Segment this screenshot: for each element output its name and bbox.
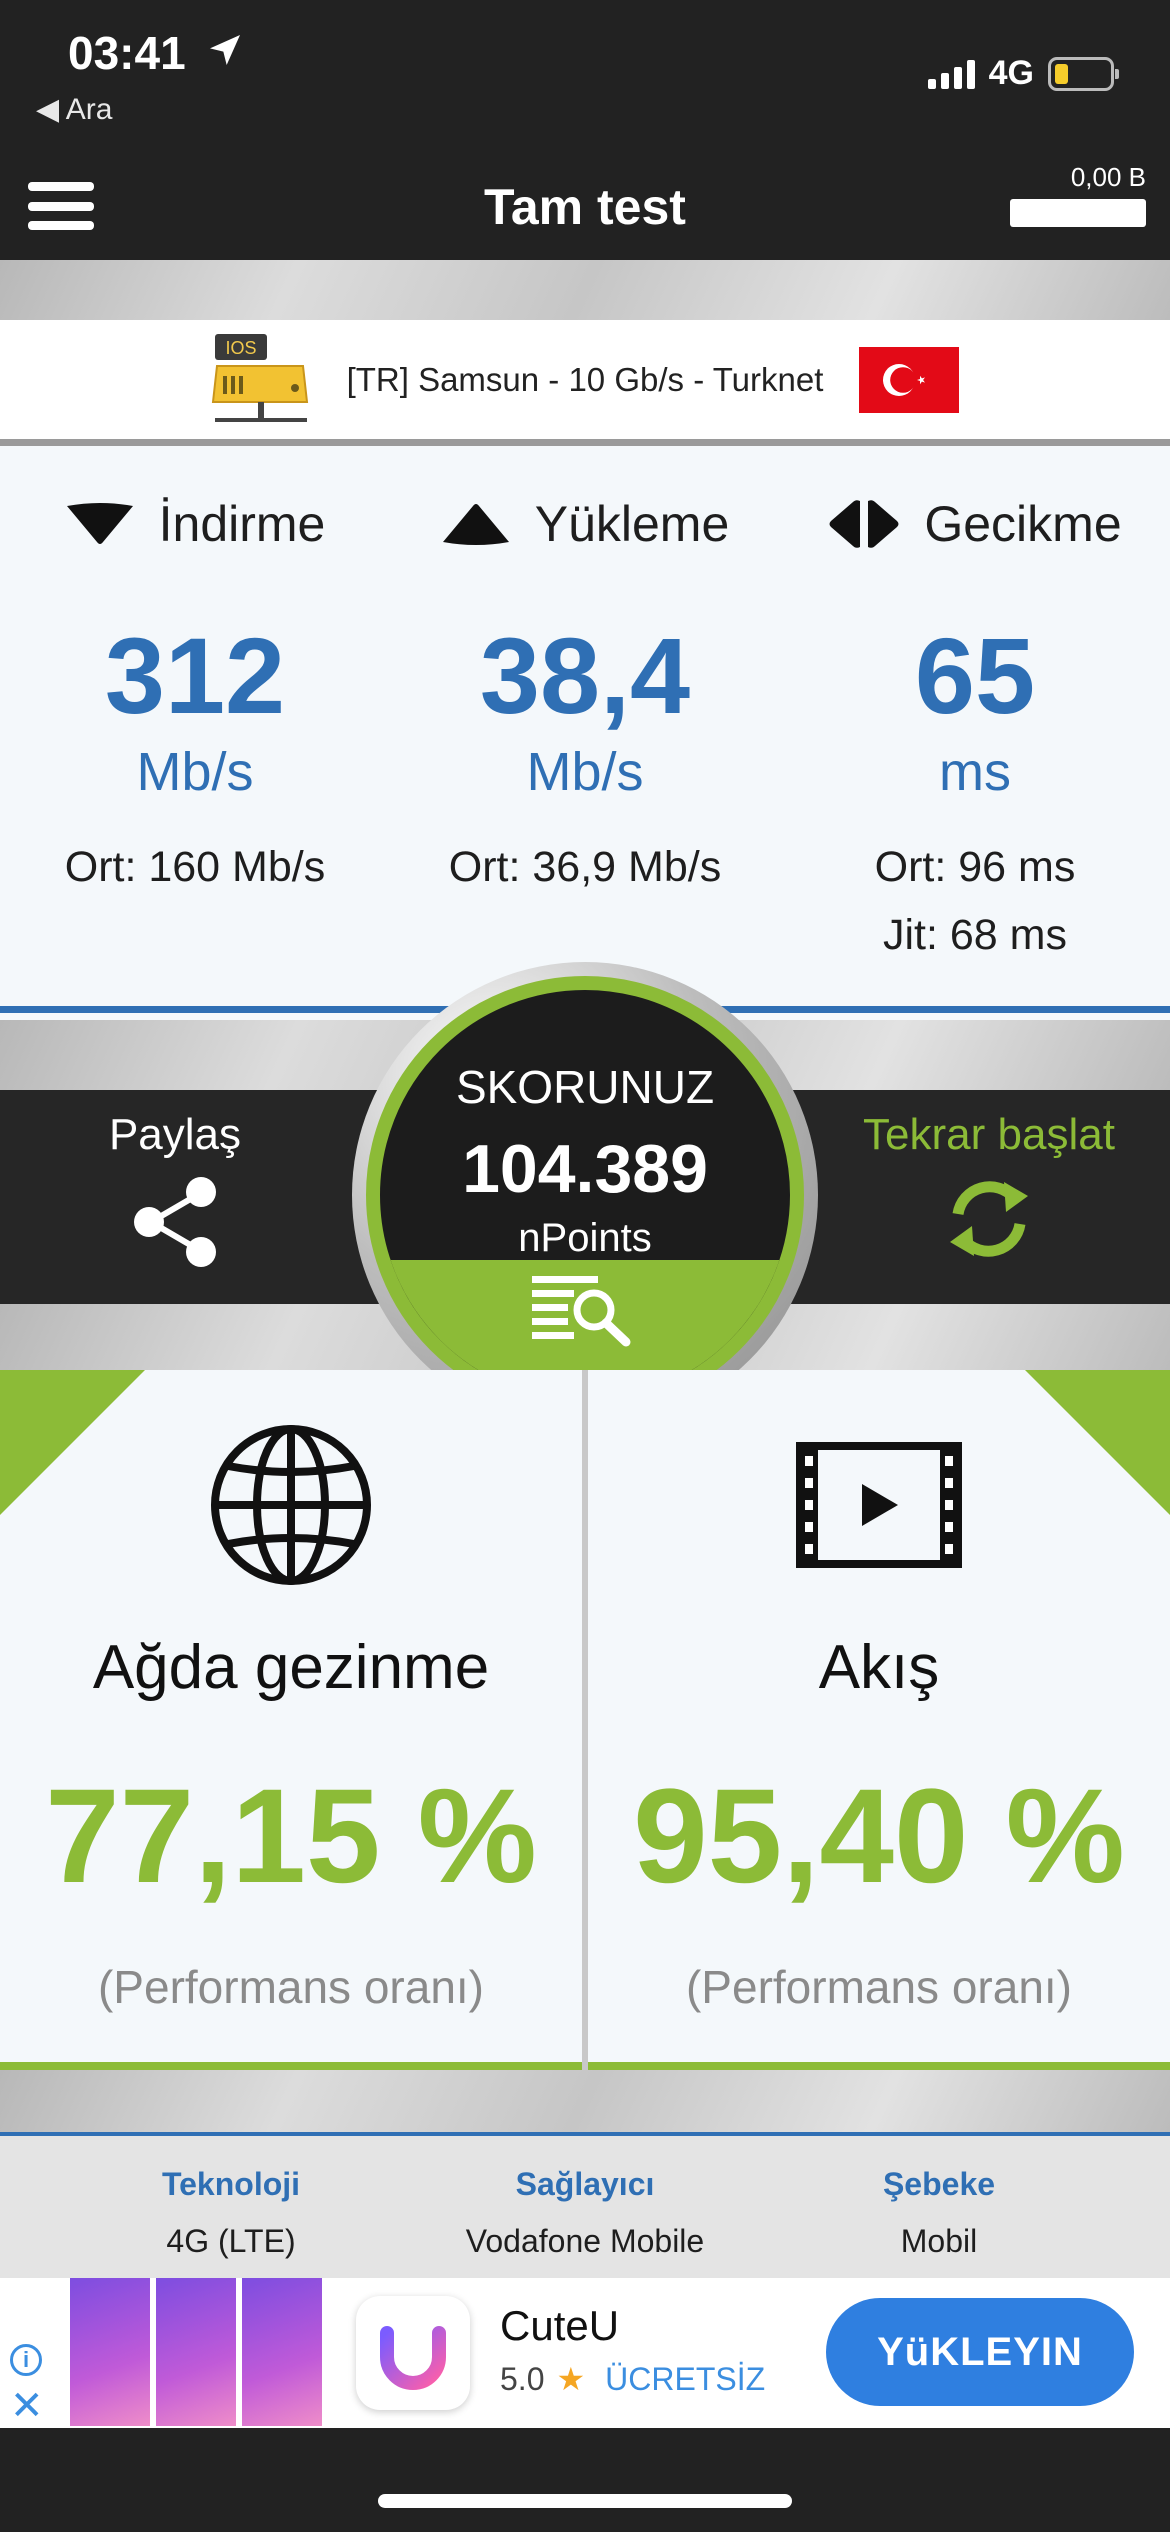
upload-label: Yükleme — [534, 496, 730, 552]
app-header: Tam test 0,00 B — [0, 160, 1170, 260]
server-badge: IOS — [225, 338, 256, 358]
page-title: Tam test — [484, 179, 686, 235]
home-indicator[interactable] — [378, 2494, 792, 2508]
details-search-icon — [532, 1276, 631, 1347]
data-usage: 0,00 B — [1010, 162, 1146, 227]
info-label: Teknoloji — [161, 2166, 301, 2202]
status-bar: 03:41 ◀ Ara 4G — [0, 0, 1170, 160]
restart-button[interactable]: Tekrar başlat — [844, 1110, 1134, 1269]
speed-metrics: İndirme 312 Mb/s Ort: 160 Mb/s Yükleme 3… — [0, 453, 1170, 1013]
latency-icon — [829, 500, 899, 548]
upload-unit: Mb/s — [526, 742, 644, 802]
info-provider: Sağlayıcı Vodafone Mobile — [390, 2166, 780, 2260]
share-button[interactable]: Paylaş — [60, 1110, 290, 1275]
performance-section: Ağda gezinme 77,15 % (Performans oranı) … — [0, 1370, 1170, 2070]
browsing-label: Ağda gezinme — [92, 1633, 490, 1702]
latency-label: Gecikme — [924, 496, 1122, 552]
latency-unit: ms — [939, 742, 1011, 802]
back-to-app-link[interactable]: ◀ Ara — [36, 92, 112, 127]
turkey-flag-icon — [859, 346, 960, 413]
refresh-icon — [950, 1181, 1028, 1257]
streaming-value: 95,40 % — [633, 1762, 1125, 1911]
browsing-caption: (Performans oranı) — [97, 1961, 484, 2013]
score-unit: nPoints — [518, 1216, 652, 1260]
server-name: [TR] Samsun - 10 Gb/s - Turknet — [346, 360, 824, 398]
score-title: SKORUNUZ — [455, 1061, 715, 1113]
cellular-signal-icon — [927, 59, 975, 89]
download-average: Ort: 160 Mb/s — [64, 843, 326, 891]
streaming-label: Akış — [818, 1633, 940, 1702]
home-area — [0, 2428, 1170, 2532]
info-network: Şebeke Mobil — [744, 2166, 1134, 2260]
streaming-caption: (Performans oranı) — [685, 1961, 1072, 2013]
info-technology: Teknoloji 4G (LTE) — [36, 2166, 426, 2260]
latency-jitter: Jit: 68 ms — [883, 911, 1067, 959]
server-selector[interactable]: IOS [TR] Samsun - 10 Gb/s - Turknet — [0, 320, 1170, 446]
status-time: 03:41 — [68, 27, 186, 79]
share-icon — [134, 1177, 216, 1267]
connection-info: Teknoloji 4G (LTE) Sağlayıcı Vodafone Mo… — [0, 2132, 1170, 2278]
star-icon: ★ — [556, 2361, 586, 2397]
decorative-band — [0, 260, 1170, 320]
share-label: Paylaş — [108, 1110, 242, 1159]
ad-info-icon[interactable]: i — [10, 2344, 42, 2376]
status-indicators: 4G — [927, 54, 1119, 93]
ad-app-name: CuteU — [500, 2302, 620, 2349]
ad-price: ÜCRETSİZ — [605, 2360, 766, 2397]
upload-average: Ort: 36,9 Mb/s — [448, 843, 722, 891]
ad-banner[interactable]: i ✕ CuteU 5.0 ★ ÜCRETSİZ YüKLEYIN — [0, 2278, 1170, 2428]
download-value: 312 — [104, 615, 286, 736]
info-value: 4G (LTE) — [166, 2223, 296, 2259]
download-arrow-icon — [66, 503, 133, 544]
server-icon: IOS — [211, 333, 308, 422]
info-value: Vodafone Mobile — [465, 2223, 705, 2259]
ad-meta: 5.0 ★ ÜCRETSİZ — [500, 2360, 765, 2398]
latency-average: Ort: 96 ms — [874, 843, 1076, 891]
info-label: Sağlayıcı — [515, 2166, 655, 2202]
ad-rating: 5.0 — [500, 2360, 545, 2397]
battery-icon — [1048, 56, 1119, 91]
upload-arrow-icon — [442, 504, 509, 545]
score-value: 104.389 — [462, 1131, 708, 1207]
data-usage-bar — [1010, 199, 1146, 227]
back-to-app-label: Ara — [65, 93, 113, 126]
browsing-value: 77,15 % — [45, 1762, 537, 1911]
location-arrow-icon — [205, 30, 245, 75]
latency-value: 65 — [914, 615, 1036, 736]
network-type: 4G — [988, 54, 1034, 92]
info-value: Mobil — [900, 2223, 978, 2259]
ad-app-icon — [356, 2296, 470, 2410]
globe-icon — [211, 1425, 371, 1585]
decorative-band — [0, 2070, 1170, 2132]
restart-label: Tekrar başlat — [863, 1110, 1115, 1159]
download-label: İndirme — [158, 496, 326, 552]
ad-install-button[interactable]: YüKLEYIN — [826, 2298, 1134, 2406]
upload-value: 38,4 — [479, 615, 691, 736]
ad-close-icon[interactable]: ✕ — [10, 2386, 44, 2426]
data-usage-value: 0,00 B — [1070, 162, 1146, 192]
download-unit: Mb/s — [136, 742, 254, 802]
score-badge: SKORUNUZ 104.389 nPoints — [352, 962, 818, 1428]
ad-screenshots — [70, 2278, 322, 2426]
info-label: Şebeke — [882, 2166, 996, 2202]
video-play-icon — [796, 1442, 962, 1568]
